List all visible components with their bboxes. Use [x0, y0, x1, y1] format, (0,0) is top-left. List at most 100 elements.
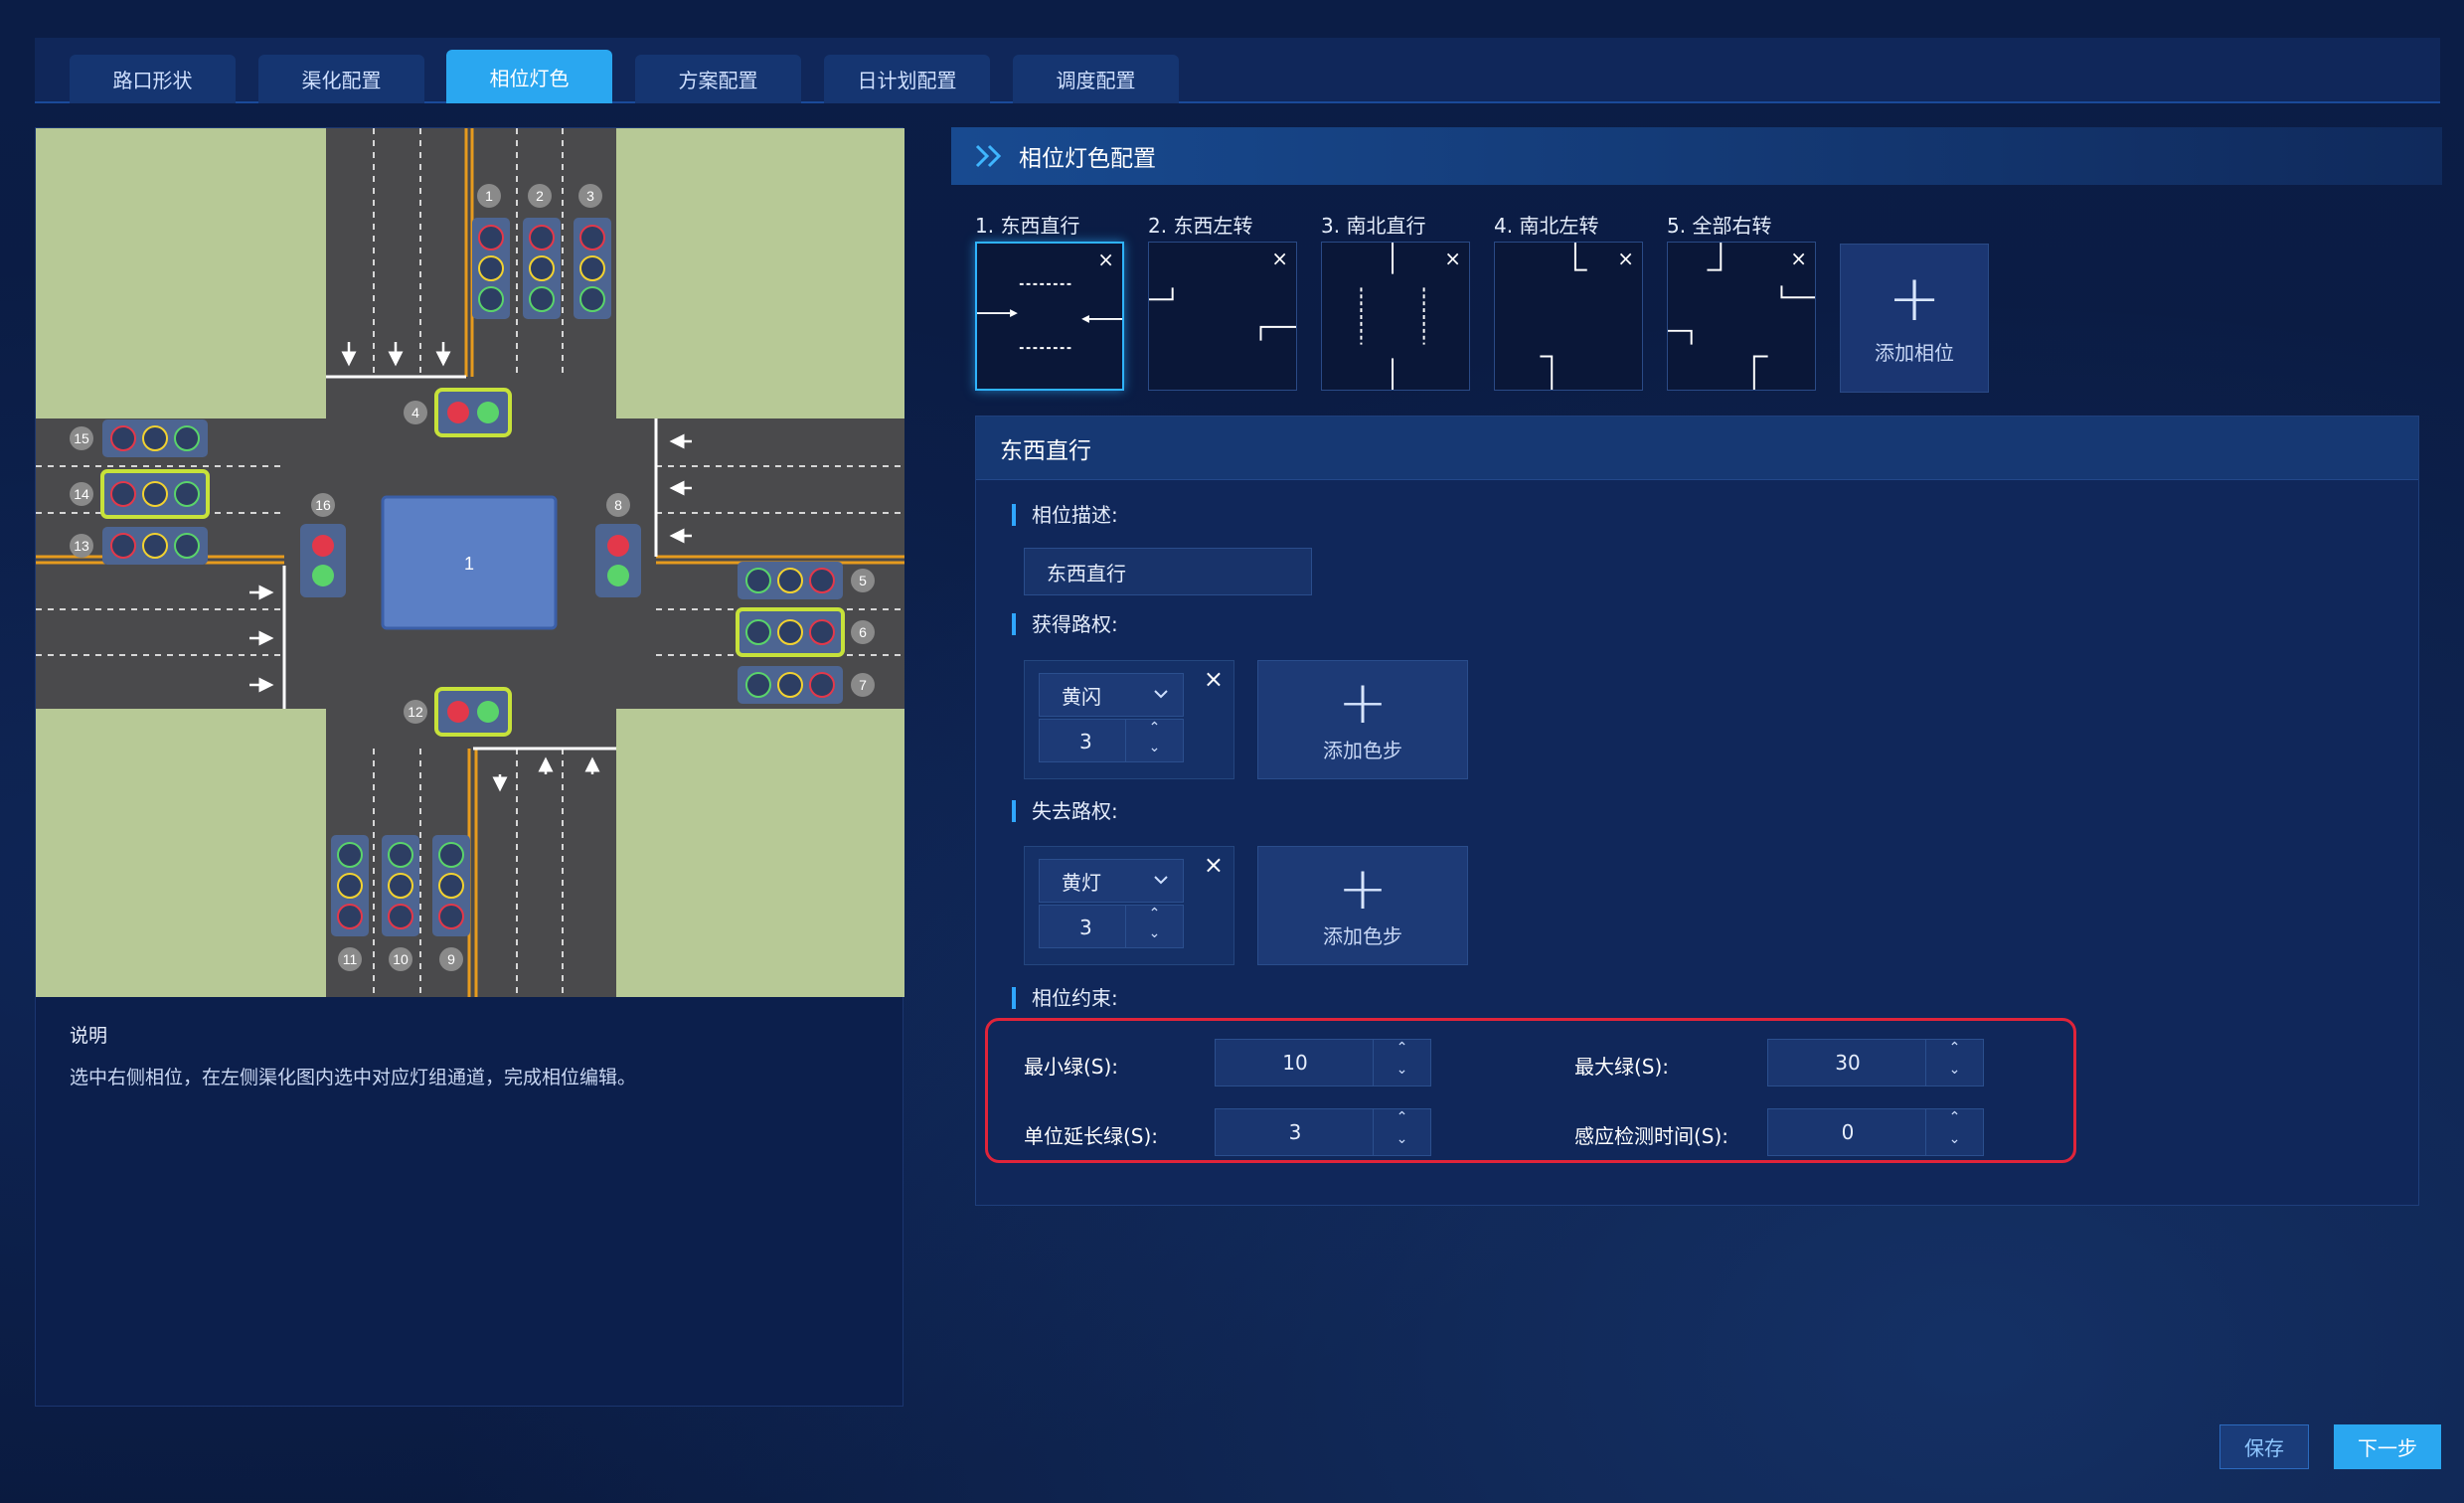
ped-signal-12[interactable] [434, 687, 512, 737]
min-green-label: 最小绿(S): [1024, 1055, 1119, 1079]
chevron-down-icon[interactable]: ⌄ [1926, 1131, 1983, 1147]
ped-signal-8[interactable] [595, 524, 641, 597]
badge-2: 2 [536, 188, 544, 204]
lose-duration-value: 3 [1079, 916, 1092, 939]
detect-time-value: 0 [1841, 1120, 1855, 1144]
badge-12: 12 [408, 704, 423, 720]
phase-card-3[interactable]: 3. 南北直行 × [1321, 210, 1470, 391]
chevron-up-icon[interactable]: ⌃ [1926, 1040, 1983, 1056]
badge-11: 11 [343, 951, 358, 967]
phase-config-title: 相位灯色配置 [1019, 146, 1156, 172]
phase-card-5[interactable]: 5. 全部右转 × [1667, 210, 1816, 391]
badge-7: 7 [859, 677, 867, 693]
add-phase-button[interactable]: + 添加相位 [1840, 244, 1989, 393]
chevron-down-icon[interactable]: ⌄ [1126, 925, 1183, 941]
unit-extension-stepper[interactable]: 3 ⌃ ⌄ [1215, 1108, 1431, 1156]
close-icon[interactable]: × [1204, 851, 1224, 879]
badge-8: 8 [614, 497, 622, 513]
intersection-map: 1 1 2 3 4 5 6 7 8 9 10 11 12 13 14 15 16 [36, 128, 904, 997]
phase-card-4[interactable]: 4. 南北左转 × [1494, 210, 1643, 391]
stepper-controls[interactable]: ⌃ ⌄ [1125, 906, 1183, 947]
gain-duration-stepper[interactable]: 3 ⌃ ⌄ [1039, 719, 1184, 762]
next-step-button[interactable]: 下一步 [2334, 1424, 2441, 1469]
lose-color-value: 黄灯 [1062, 870, 1101, 895]
badge-4: 4 [411, 405, 419, 420]
phase-thumbnail[interactable]: × [975, 242, 1124, 391]
max-green-value: 30 [1835, 1051, 1861, 1075]
phase-label: 3. 南北直行 [1321, 214, 1426, 238]
ped-signal-16[interactable] [300, 524, 346, 597]
phase-card-1[interactable]: 1. 东西直行 × [975, 210, 1124, 391]
tab-dispatch[interactable]: 调度配置 [1013, 55, 1179, 103]
chevron-down-icon[interactable]: ⌄ [1926, 1062, 1983, 1078]
ped-signal-4[interactable] [434, 388, 512, 437]
close-icon[interactable]: × [1271, 247, 1288, 270]
stepper-controls[interactable]: ⌃ ⌄ [1373, 1040, 1430, 1086]
signal-group-west[interactable] [100, 419, 210, 565]
close-icon[interactable]: × [1444, 247, 1461, 270]
chevron-down-icon [1154, 876, 1168, 885]
close-icon[interactable]: × [1790, 247, 1807, 270]
tab-daily-plan[interactable]: 日计划配置 [824, 55, 990, 103]
stepper-controls[interactable]: ⌃ ⌄ [1925, 1109, 1983, 1155]
close-icon[interactable]: × [1204, 665, 1224, 693]
min-green-stepper[interactable]: 10 ⌃ ⌄ [1215, 1039, 1431, 1086]
signal-group-north[interactable] [472, 218, 611, 319]
plus-icon: + [1337, 667, 1389, 738]
tab-channelization[interactable]: 渠化配置 [258, 55, 424, 103]
min-green-value: 10 [1282, 1051, 1308, 1075]
close-icon[interactable]: × [1097, 248, 1114, 271]
gain-color-value: 黄闪 [1062, 684, 1101, 709]
chevron-up-icon[interactable]: ⌃ [1126, 720, 1183, 736]
add-step-label: 添加色步 [1323, 738, 1402, 762]
save-button[interactable]: 保存 [2219, 1424, 2309, 1469]
tab-scheme-config[interactable]: 方案配置 [635, 55, 801, 103]
channelization-panel: 1 1 2 3 4 5 6 7 8 9 10 11 12 13 14 15 16… [35, 127, 904, 1407]
chevron-up-icon[interactable]: ⌃ [1374, 1109, 1430, 1125]
chevron-up-icon[interactable]: ⌃ [1926, 1109, 1983, 1125]
chevron-down-icon[interactable]: ⌄ [1374, 1062, 1430, 1078]
chevron-down-icon [1154, 690, 1168, 699]
signal-group-east[interactable] [736, 562, 845, 704]
stepper-controls[interactable]: ⌃ ⌄ [1125, 720, 1183, 761]
phase-desc-input[interactable]: 东西直行 [1024, 548, 1312, 595]
phase-detail-title: 东西直行 [976, 417, 2418, 480]
stepper-controls[interactable]: ⌃ ⌄ [1925, 1040, 1983, 1086]
unit-extension-value: 3 [1288, 1120, 1302, 1144]
add-phase-label: 添加相位 [1875, 340, 1954, 365]
max-green-stepper[interactable]: 30 ⌃ ⌄ [1767, 1039, 1984, 1086]
lose-duration-stepper[interactable]: 3 ⌃ ⌄ [1039, 905, 1184, 948]
phase-card-2[interactable]: 2. 东西左转 × [1148, 210, 1297, 391]
phase-label: 4. 南北左转 [1494, 214, 1599, 238]
tab-intersection-shape[interactable]: 路口形状 [70, 55, 236, 103]
detect-time-label: 感应检测时间(S): [1574, 1124, 1729, 1148]
description-text: 选中右侧相位，在左侧渠化图内选中对应灯组通道，完成相位编辑。 [70, 1067, 637, 1088]
stepper-controls[interactable]: ⌃ ⌄ [1373, 1109, 1430, 1155]
phase-label: 5. 全部右转 [1667, 214, 1772, 238]
lose-color-select[interactable]: 黄灯 [1039, 859, 1184, 903]
phase-thumbnail[interactable]: × [1667, 242, 1816, 391]
signal-group-south[interactable] [331, 835, 470, 936]
phase-thumbnail[interactable]: × [1321, 242, 1470, 391]
plus-icon: + [1337, 853, 1389, 923]
plus-icon: + [1888, 261, 1941, 336]
chevron-up-icon[interactable]: ⌃ [1374, 1040, 1430, 1056]
double-chevron-icon [975, 144, 1002, 168]
chevron-down-icon[interactable]: ⌄ [1374, 1131, 1430, 1147]
description-title: 说明 [70, 1025, 108, 1047]
gain-color-select[interactable]: 黄闪 [1039, 673, 1184, 717]
badge-13: 13 [74, 538, 89, 554]
add-gain-step-button[interactable]: + 添加色步 [1257, 660, 1468, 779]
badge-1: 1 [485, 188, 493, 204]
phase-thumbnail[interactable]: × [1494, 242, 1643, 391]
phase-thumbnail[interactable]: × [1148, 242, 1297, 391]
lose-right-label: 失去路权: [1012, 800, 1118, 822]
chevron-down-icon[interactable]: ⌄ [1126, 740, 1183, 755]
chevron-up-icon[interactable]: ⌃ [1126, 906, 1183, 921]
tab-phase-lights[interactable]: 相位灯色 [446, 50, 612, 103]
detect-time-stepper[interactable]: 0 ⌃ ⌄ [1767, 1108, 1984, 1156]
badge-10: 10 [393, 951, 409, 967]
add-lose-step-button[interactable]: + 添加色步 [1257, 846, 1468, 965]
phase-config-header: 相位灯色配置 [951, 127, 2442, 185]
close-icon[interactable]: × [1617, 247, 1634, 270]
